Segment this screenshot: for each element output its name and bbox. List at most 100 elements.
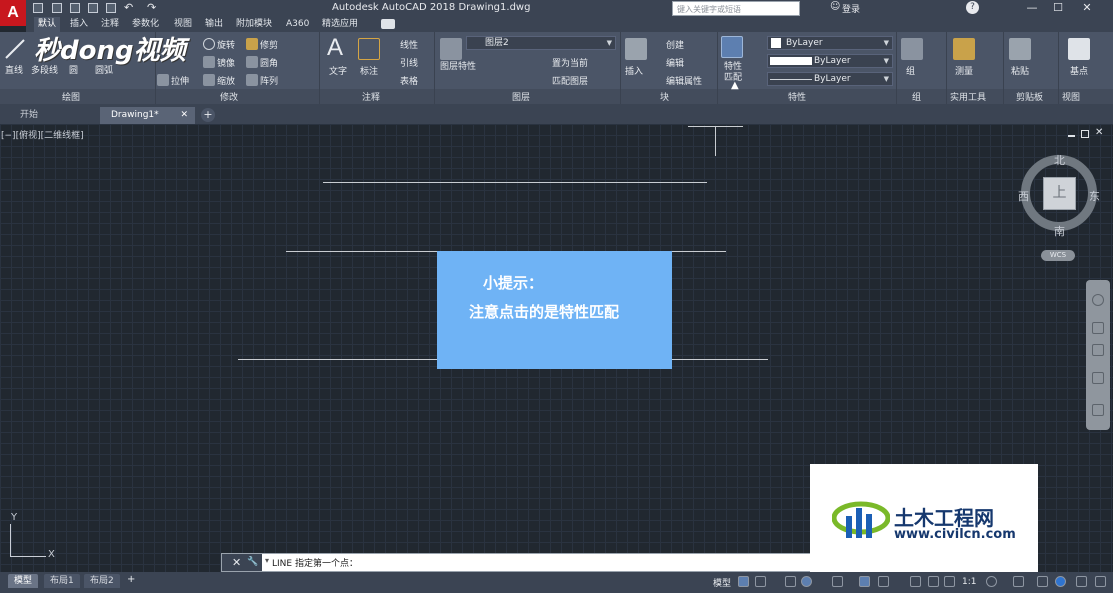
text-icon[interactable]: A xyxy=(327,34,343,62)
base-view-icon[interactable] xyxy=(1068,38,1090,60)
command-prompt[interactable]: LINE 指定第一个点： xyxy=(272,556,358,569)
maximize-button[interactable]: ☐ xyxy=(1046,0,1070,17)
fillet-icon[interactable] xyxy=(246,56,258,68)
transparency-icon[interactable] xyxy=(928,576,939,587)
stretch-icon[interactable] xyxy=(157,74,169,86)
compass-north[interactable]: 北 xyxy=(1054,152,1065,168)
redo-icon[interactable]: ↷ xyxy=(147,1,156,14)
tab-output[interactable]: 输出 xyxy=(205,17,223,32)
pan-icon[interactable] xyxy=(1092,322,1104,334)
drawing-line[interactable] xyxy=(715,126,716,156)
new-layout-icon[interactable]: + xyxy=(127,574,135,585)
linetype-select[interactable]: ByLayer ▼ xyxy=(767,54,893,68)
object-snap-icon[interactable] xyxy=(859,576,870,587)
steering-wheel-icon[interactable] xyxy=(1092,294,1104,306)
mirror-icon[interactable] xyxy=(203,56,215,68)
wcs-menu[interactable]: WCS xyxy=(1041,250,1075,261)
tab-a360[interactable]: A360 xyxy=(286,17,309,32)
save-as-icon[interactable] xyxy=(88,3,98,13)
array-icon[interactable] xyxy=(246,74,258,86)
view-panel-label[interactable]: 视图 xyxy=(1062,90,1080,103)
layout-tab-layout1[interactable]: 布局1 xyxy=(44,574,80,588)
save-icon[interactable] xyxy=(70,3,80,13)
viewport-controls-label[interactable]: [−][俯视][二维线框] xyxy=(1,128,84,141)
annotation-panel-label[interactable]: 注释 xyxy=(362,90,380,103)
layers-panel-label[interactable]: 图层 xyxy=(512,90,530,103)
viewcube-top-face[interactable]: 上 xyxy=(1043,177,1076,210)
scale-button[interactable]: 缩放 xyxy=(217,74,235,87)
help-icon[interactable]: ? xyxy=(966,1,979,14)
color-select[interactable]: ByLayer ▼ xyxy=(767,36,893,50)
new-file-icon[interactable] xyxy=(33,3,43,13)
isolate-objects-icon[interactable] xyxy=(1037,576,1048,587)
line-icon[interactable] xyxy=(4,38,26,60)
drawing-line[interactable] xyxy=(323,182,707,183)
plot-icon[interactable] xyxy=(106,3,116,13)
customize-icon[interactable]: 🔧 xyxy=(247,554,258,571)
layer-select[interactable]: 图层2 ▼ xyxy=(466,36,616,50)
osnap-tracking-icon[interactable] xyxy=(878,576,889,587)
isodraft-icon[interactable] xyxy=(832,576,843,587)
text-button-label[interactable]: 文字 xyxy=(329,64,347,77)
create-block-button[interactable]: 创建 xyxy=(666,38,684,51)
match-properties-icon[interactable] xyxy=(721,36,743,58)
clean-screen-icon[interactable] xyxy=(1076,576,1087,587)
model-space-button[interactable]: 模型 xyxy=(713,576,731,589)
polar-icon[interactable] xyxy=(801,576,812,587)
leader-button[interactable]: 引线 xyxy=(400,56,418,69)
hardware-acceleration-icon[interactable] xyxy=(1055,576,1066,587)
lineweight-select[interactable]: ByLayer ▼ xyxy=(767,72,893,86)
search-input[interactable]: 键入关键字或短语 xyxy=(672,1,800,16)
block-panel-label[interactable]: 块 xyxy=(660,90,669,103)
tab-start[interactable]: 开始 xyxy=(0,107,98,124)
dimension-button-label[interactable]: 标注 xyxy=(360,64,378,77)
paste-icon[interactable] xyxy=(1009,38,1031,60)
snap-icon[interactable] xyxy=(755,576,766,587)
dimension-icon[interactable] xyxy=(358,38,380,60)
showmotion-icon[interactable] xyxy=(1092,404,1104,416)
tab-featured-apps[interactable]: 精选应用 xyxy=(322,17,358,32)
measure-icon[interactable] xyxy=(953,38,975,60)
new-tab-icon[interactable]: + xyxy=(201,108,215,122)
trim-icon[interactable] xyxy=(246,38,258,50)
ortho-icon[interactable] xyxy=(785,576,796,587)
insert-block-icon[interactable] xyxy=(625,38,647,60)
edit-attributes-button[interactable]: 编辑属性 xyxy=(666,74,702,87)
ribbon-toggle-icon[interactable] xyxy=(381,19,395,29)
base-view-button[interactable]: 基点 xyxy=(1070,64,1088,77)
set-current-button[interactable]: 置为当前 xyxy=(552,56,588,69)
utilities-panel-label[interactable]: 实用工具 xyxy=(950,90,986,103)
layer-properties-icon[interactable] xyxy=(440,38,462,60)
annotation-monitor-icon[interactable] xyxy=(1013,576,1024,587)
command-history-icon[interactable]: ▾ xyxy=(265,556,269,565)
workspace-gear-icon[interactable] xyxy=(986,576,997,587)
array-button[interactable]: 阵列 xyxy=(260,74,278,87)
line-button-label[interactable]: 直线 xyxy=(5,63,23,76)
linear-button[interactable]: 线性 xyxy=(400,38,418,51)
viewport-minimize-icon[interactable] xyxy=(1068,135,1075,137)
measure-button[interactable]: 测量 xyxy=(955,64,973,77)
fillet-button[interactable]: 圆角 xyxy=(260,56,278,69)
tab-drawing1[interactable]: Drawing1* ✕ xyxy=(100,107,195,124)
edit-block-button[interactable]: 编辑 xyxy=(666,56,684,69)
orbit-icon[interactable] xyxy=(1092,372,1104,384)
group-button[interactable]: 组 xyxy=(906,64,915,77)
tab-addins[interactable]: 附加模块 xyxy=(236,17,272,32)
rotate-icon[interactable] xyxy=(203,38,215,50)
annotation-visibility-icon[interactable] xyxy=(944,576,955,587)
customize-status-icon[interactable] xyxy=(1095,576,1106,587)
app-menu-button[interactable]: A xyxy=(0,0,26,26)
compass-east[interactable]: 东 xyxy=(1089,188,1100,204)
table-button[interactable]: 表格 xyxy=(400,74,418,87)
compass-south[interactable]: 南 xyxy=(1054,223,1065,239)
rotate-button[interactable]: 旋转 xyxy=(217,38,235,51)
stretch-button[interactable]: 拉伸 xyxy=(171,74,189,87)
login-link[interactable]: 登录 xyxy=(842,2,860,15)
close-icon[interactable]: ✕ xyxy=(232,554,241,571)
trim-button[interactable]: 修剪 xyxy=(260,38,278,51)
layer-properties-button[interactable]: 图层特性 xyxy=(440,62,476,73)
insert-block-button[interactable]: 插入 xyxy=(625,64,643,77)
viewport-restore-icon[interactable] xyxy=(1081,130,1089,138)
compass-west[interactable]: 西 xyxy=(1018,188,1029,204)
scale-icon[interactable] xyxy=(203,74,215,86)
